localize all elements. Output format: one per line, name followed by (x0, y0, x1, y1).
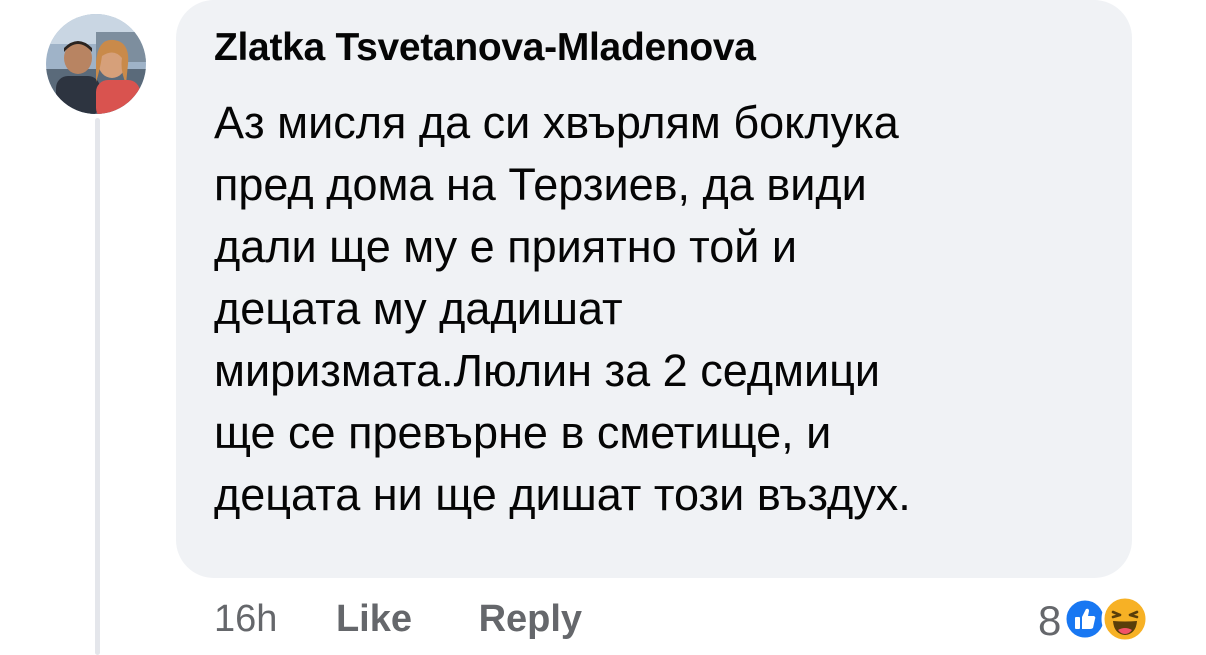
reply-button[interactable]: Reply (479, 598, 582, 641)
haha-icon (1101, 595, 1149, 648)
reaction-count: 8 (1038, 597, 1062, 644)
like-button[interactable]: Like (336, 598, 412, 641)
comment-text-line: дали ще му е приятно той и (214, 221, 798, 272)
comment-text-line: децата му дадишат (214, 283, 623, 334)
comment-text-line: ще се превърне в сметище, и (214, 407, 832, 458)
comment-text-line: миризмата.Люлин за 2 седмици (214, 345, 880, 396)
comment-actions: 16h Like Reply (214, 598, 582, 641)
comment-author[interactable]: Zlatka Tsvetanova-Mladenova (214, 26, 756, 70)
comment-text-line: децата ни ще дишат този въздух. (214, 469, 911, 520)
comment-timestamp[interactable]: 16h (214, 598, 277, 641)
comment-text-line: Аз мисля да си хвърлям боклука (214, 97, 899, 148)
comment-text: Аз мисля да си хвърлям боклука пред дома… (214, 92, 1114, 526)
reaction-summary[interactable]: 8 (1038, 591, 1149, 651)
avatar[interactable] (36, 14, 156, 114)
thread-line (95, 118, 100, 655)
comment-text-line: пред дома на Терзиев, да види (214, 159, 867, 210)
